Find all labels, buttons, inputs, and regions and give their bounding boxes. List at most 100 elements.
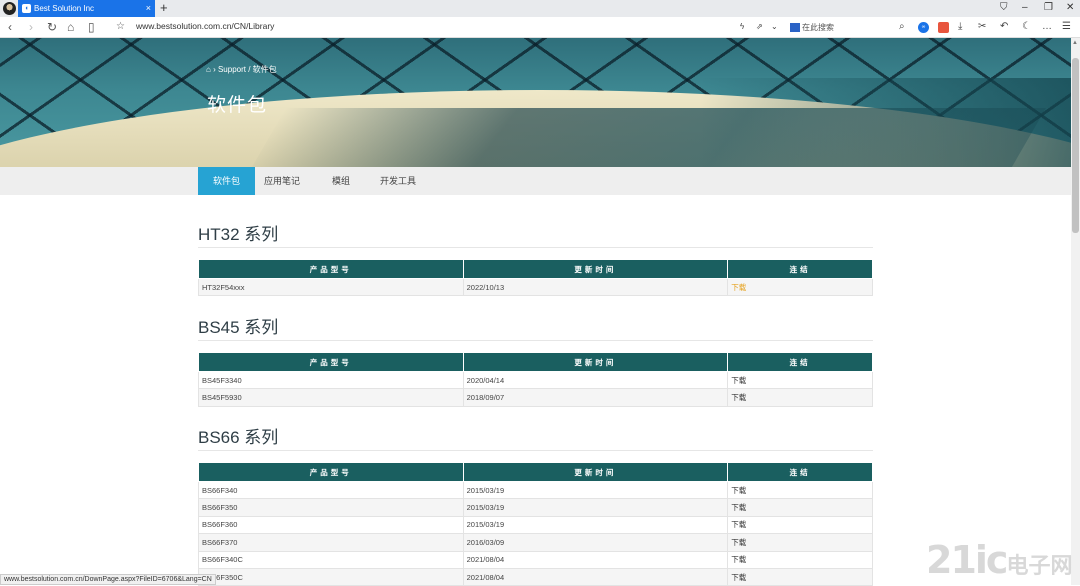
page-title: 软件包 — [207, 95, 268, 116]
status-bar-url: www.bestsolution.com.cn/DownPage.aspx?Fi… — [0, 574, 216, 585]
menu-icon[interactable]: ☰ — [1062, 21, 1071, 33]
hero-banner: ⌂ › Support / 软件包 软件包 — [0, 38, 1071, 167]
table-row: HT32F54xxx 2022/10/13 下载 — [198, 277, 873, 297]
download-link[interactable]: 下载 — [727, 533, 873, 552]
minimize-icon[interactable]: – — [1022, 0, 1028, 16]
cell-date: 2021/08/04 — [462, 550, 729, 569]
browser-tab-bar: ◖ Best Solution Inc × + ⛉ – ❐ ✕ — [0, 0, 1080, 17]
section-divider — [198, 450, 873, 451]
tab-close-icon[interactable]: × — [146, 0, 151, 17]
tab-application-notes[interactable]: 应用笔记 — [258, 167, 306, 195]
table-row: BS66F360 2015/03/19 下载 — [198, 515, 873, 535]
profile-avatar[interactable] — [3, 2, 16, 15]
cell-date: 2020/04/14 — [462, 370, 729, 390]
cell-model: BS66F340 — [198, 480, 464, 500]
library-subnav: 软件包 应用笔记 模组 开发工具 — [0, 167, 1071, 195]
watermark-main: 21ic — [926, 538, 1008, 582]
night-mode-icon[interactable]: ☾ — [1022, 21, 1031, 33]
search-engine-logo-icon — [790, 23, 800, 33]
more-icon[interactable]: … — [1042, 21, 1052, 33]
back-icon[interactable]: ‹ — [8, 19, 12, 35]
scrollbar-thumb[interactable] — [1072, 58, 1079, 233]
extension-red-icon[interactable] — [938, 22, 949, 33]
breadcrumb-home-icon[interactable]: ⌂ — [206, 65, 211, 74]
cell-model: BS66F360 — [198, 515, 464, 535]
browser-tab-active[interactable]: ◖ Best Solution Inc × — [18, 0, 155, 17]
column-header-date: 更新时间 — [462, 259, 729, 279]
table-ht32: 产品型号 更新时间 连结 HT32F54xxx 2022/10/13 下载 — [198, 259, 873, 297]
table-row: BS66F370 2016/03/09 下载 — [198, 533, 873, 552]
cell-model: BS66F350 — [198, 498, 464, 517]
window-close-icon[interactable]: ✕ — [1066, 0, 1074, 16]
table-row: BS66F340C 2021/08/04 下载 — [198, 550, 873, 569]
lightning-icon[interactable]: ϟ — [740, 21, 744, 33]
cell-model: BS66F340C — [198, 550, 464, 569]
cell-model: BS45F3340 — [198, 370, 464, 390]
table-row: BS66F350C 2021/08/04 下载 — [198, 567, 873, 586]
cell-date: 2015/03/19 — [462, 515, 729, 535]
download-link[interactable]: 下载 — [727, 550, 873, 569]
undo-icon[interactable]: ↶ — [1000, 21, 1008, 33]
section-title-bs45: BS45 系列 — [198, 318, 279, 337]
breadcrumb: ⌂ › Support / 软件包 — [206, 65, 277, 74]
cell-model: BS45F5930 — [198, 388, 464, 407]
section-divider — [198, 340, 873, 341]
cell-date: 2015/03/19 — [462, 480, 729, 500]
tab-title: Best Solution Inc — [34, 4, 95, 13]
download-link[interactable]: 下载 — [727, 370, 873, 390]
watermark-sub: 电子网 — [1006, 554, 1073, 579]
cell-date: 2018/09/07 — [462, 388, 729, 407]
reload-icon[interactable]: ↻ — [47, 19, 57, 35]
download-link[interactable]: 下载 — [727, 480, 873, 500]
column-header-date: 更新时间 — [462, 352, 729, 372]
tab-dev-tools[interactable]: 开发工具 — [372, 167, 424, 195]
download-link[interactable]: 下载 — [727, 277, 873, 297]
download-link[interactable]: 下载 — [727, 388, 873, 407]
column-header-model: 产品型号 — [198, 462, 464, 482]
forward-icon[interactable]: › — [29, 19, 33, 35]
cell-date: 2021/08/04 — [462, 567, 729, 586]
cell-model: BS66F350C — [198, 567, 464, 586]
new-tab-button[interactable]: + — [160, 0, 168, 16]
download-link[interactable]: 下载 — [727, 567, 873, 586]
table-bs66: 产品型号 更新时间 连结 BS66F340 2015/03/19 下载 BS66… — [198, 462, 873, 586]
share-icon[interactable]: ⇗ — [756, 21, 763, 33]
table-row: BS45F3340 2020/04/14 下载 — [198, 370, 873, 390]
watermark-logo: 21ic电子网 — [926, 538, 1072, 582]
address-toolbar: ‹ › ↻ ⌂ ▯ ☆ www.bestsolution.com.cn/CN/L… — [0, 17, 1080, 38]
column-header-model: 产品型号 — [198, 352, 464, 372]
cell-model: HT32F54xxx — [198, 277, 464, 297]
dropdown-chevron-icon[interactable]: ⌄ — [771, 21, 778, 33]
url-input[interactable]: www.bestsolution.com.cn/CN/Library — [136, 21, 274, 31]
table-row: BS66F350 2015/03/19 下载 — [198, 498, 873, 517]
restore-icon[interactable]: ❐ — [1044, 0, 1053, 16]
cell-model: BS66F370 — [198, 533, 464, 552]
breadcrumb-path[interactable]: Support / 软件包 — [218, 65, 277, 74]
column-header-model: 产品型号 — [198, 259, 464, 279]
cell-date: 2015/03/19 — [462, 498, 729, 517]
extension-blue-icon[interactable]: ∞ — [918, 22, 929, 33]
home-icon[interactable]: ⌂ — [67, 19, 74, 35]
search-input[interactable]: 在此搜索 — [790, 20, 910, 35]
table-bs45: 产品型号 更新时间 连结 BS45F3340 2020/04/14 下载 BS4… — [198, 352, 873, 407]
reader-icon[interactable]: ▯ — [88, 19, 95, 35]
search-magnifier-icon[interactable]: ⌕ — [899, 21, 905, 33]
pin-icon[interactable]: ⛉ — [1000, 0, 1008, 16]
download-link[interactable]: 下载 — [727, 498, 873, 517]
column-header-date: 更新时间 — [462, 462, 729, 482]
table-row: BS45F5930 2018/09/07 下载 — [198, 388, 873, 407]
download-link[interactable]: 下载 — [727, 515, 873, 535]
column-header-link: 连结 — [727, 259, 873, 279]
tab-software-packages[interactable]: 软件包 — [198, 167, 255, 195]
download-icon[interactable]: ⤓ — [958, 21, 962, 33]
search-placeholder: 在此搜索 — [802, 23, 834, 32]
bookmark-star-icon[interactable]: ☆ — [116, 19, 125, 35]
cell-date: 2016/03/09 — [462, 533, 729, 552]
site-favicon-icon: ◖ — [22, 4, 31, 13]
scissors-icon[interactable]: ✂ — [978, 21, 986, 33]
column-header-link: 连结 — [727, 462, 873, 482]
page-scrollbar[interactable]: ▲ — [1071, 38, 1080, 585]
tab-modules[interactable]: 模组 — [322, 167, 360, 195]
scroll-up-arrow-icon[interactable]: ▲ — [1072, 40, 1078, 46]
cell-date: 2022/10/13 — [462, 277, 729, 297]
